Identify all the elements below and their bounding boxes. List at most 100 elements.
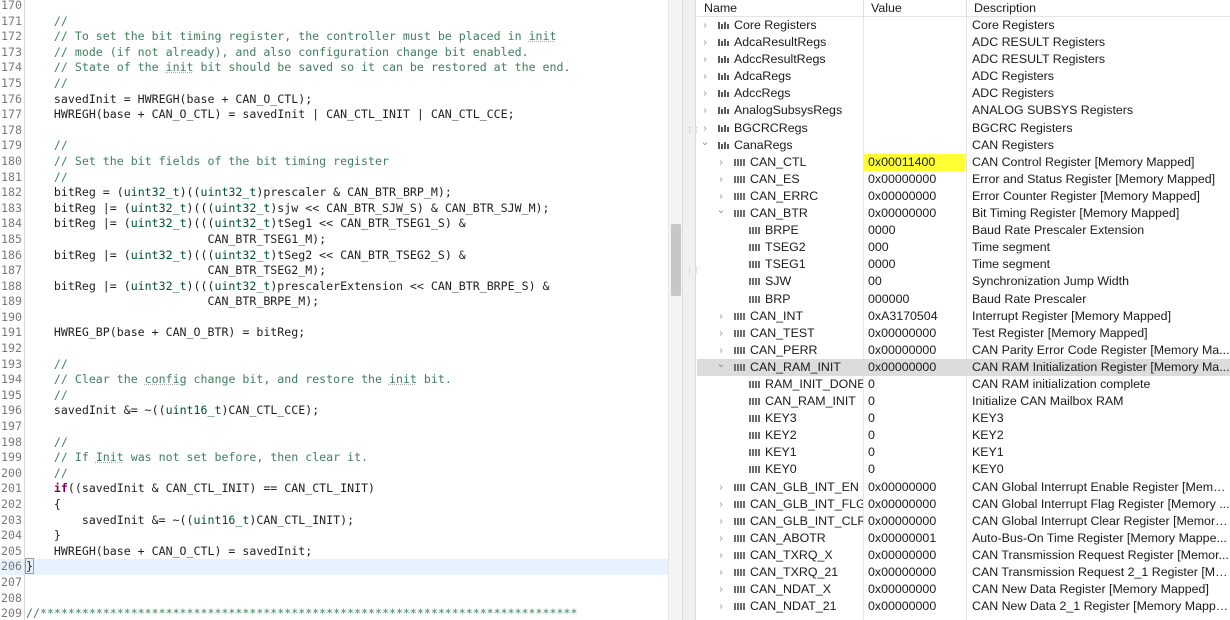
register-row[interactable]: ⌄ CAN_BTR 0x00000000 Bit Timing Register [M… <box>697 205 1230 222</box>
register-value[interactable]: 000000 <box>863 291 965 308</box>
code-line[interactable]: 190 <box>0 309 668 326</box>
register-name-cell[interactable]: KEY2 <box>697 427 863 444</box>
chevron-down-icon[interactable]: ⌄ <box>700 137 710 151</box>
chevron-right-icon[interactable]: › <box>716 154 726 171</box>
chevron-right-icon[interactable]: › <box>716 308 726 325</box>
code-text[interactable]: // <box>26 76 68 92</box>
register-row[interactable]: SJW 00 Synchronization Jump Width <box>697 273 1230 290</box>
register-value[interactable] <box>863 120 965 137</box>
chevron-right-icon[interactable]: › <box>716 598 726 615</box>
register-row[interactable]: BRP 000000 Baud Rate Prescaler <box>697 291 1230 308</box>
chevron-right-icon[interactable]: › <box>716 479 726 496</box>
code-line[interactable]: 200 // <box>0 465 668 482</box>
code-text[interactable]: savedInit = HWREGH(base + CAN_O_CTL); <box>26 92 312 108</box>
register-value[interactable] <box>863 34 965 51</box>
register-name-cell[interactable]: TSEG1 <box>697 256 863 273</box>
chevron-down-icon[interactable]: ⌄ <box>716 359 726 373</box>
code-line[interactable]: 189 CAN_BTR_BRPE_M); <box>0 294 668 310</box>
code-text[interactable]: HWREGH(base + CAN_O_CTL) = savedInit; <box>26 544 312 560</box>
code-line[interactable]: 176 savedInit = HWREGH(base + CAN_O_CTL)… <box>0 91 668 108</box>
code-line[interactable]: 170 <box>0 0 668 14</box>
chevron-right-icon[interactable]: › <box>700 102 710 119</box>
register-row[interactable]: › CAN_TXRQ_X 0x00000000 CAN Transmission Re… <box>697 547 1230 564</box>
code-text[interactable]: savedInit &= ~((uint16_t)CAN_CTL_INIT); <box>26 513 354 529</box>
register-name-cell[interactable]: › AdcaRegs <box>697 68 863 85</box>
code-text[interactable]: //**************************************… <box>26 606 577 620</box>
chevron-right-icon[interactable]: › <box>716 530 726 547</box>
register-name-cell[interactable]: KEY3 <box>697 410 863 427</box>
register-name-cell[interactable]: KEY1 <box>697 444 863 461</box>
code-line[interactable]: 203 savedInit &= ~((uint16_t)CAN_CTL_INI… <box>0 512 668 529</box>
register-name-cell[interactable]: › CAN_TXRQ_21 <box>697 564 863 581</box>
code-text[interactable]: HWREGH(base + CAN_O_CTL) = savedInit | C… <box>26 107 515 123</box>
register-name-cell[interactable]: › BGCRCRegs <box>697 120 863 137</box>
register-row[interactable]: › CAN_NDAT_X 0x00000000 CAN New Data Regist… <box>697 581 1230 598</box>
register-row[interactable]: › CAN_ES 0x00000000 Error and Status Regist… <box>697 171 1230 188</box>
column-header-description[interactable]: Description <box>966 0 1230 17</box>
register-name-cell[interactable]: SJW <box>697 273 863 290</box>
register-value[interactable]: 0x00000000 <box>863 359 965 376</box>
register-name-cell[interactable]: BRP <box>697 291 863 308</box>
chevron-right-icon[interactable]: › <box>716 342 726 359</box>
code-line[interactable]: 179 // <box>0 138 668 154</box>
register-value[interactable]: 0x00000000 <box>863 564 965 581</box>
code-line[interactable]: 178 <box>0 122 668 139</box>
registers-view[interactable]: Name Value Description › Core Registers Co… <box>697 0 1230 620</box>
register-value[interactable]: 0 <box>863 444 965 461</box>
register-name-cell[interactable]: › AdcaResultRegs <box>697 34 863 51</box>
code-text[interactable]: HWREG_BP(base + CAN_O_BTR) = bitReg; <box>26 325 305 341</box>
register-value[interactable] <box>863 85 965 102</box>
register-row[interactable]: › CAN_GLB_INT_EN 0x00000000 CAN Global Inte… <box>697 479 1230 496</box>
code-text[interactable]: // <box>26 466 68 482</box>
code-text[interactable]: // Clear the config change bit, and rest… <box>26 372 452 388</box>
chevron-right-icon[interactable]: › <box>716 513 726 530</box>
register-name-cell[interactable]: ⌄ CAN_RAM_INIT <box>697 359 863 376</box>
code-line[interactable]: 202 { <box>0 497 668 513</box>
register-value[interactable]: 0x00000000 <box>863 205 965 222</box>
register-row[interactable]: › CAN_INT 0xA3170504 Interrupt Register [Me… <box>697 308 1230 325</box>
register-row[interactable]: › AdcaResultRegs ADC RESULT Registers <box>697 34 1230 51</box>
register-value[interactable]: 0xA3170504 <box>863 308 965 325</box>
register-row[interactable]: KEY1 0 KEY1 <box>697 444 1230 461</box>
register-value[interactable]: 00 <box>863 273 965 290</box>
code-line[interactable]: 204 } <box>0 528 668 544</box>
code-text[interactable]: // <box>26 435 68 451</box>
code-line[interactable]: 207 <box>0 574 668 591</box>
register-name-cell[interactable]: › Core Registers <box>697 17 863 34</box>
chevron-right-icon[interactable]: › <box>700 34 710 51</box>
register-value[interactable]: 0x00011400 <box>863 153 965 171</box>
code-line[interactable]: 175 // <box>0 75 668 92</box>
register-name-cell[interactable]: › CAN_ERRC <box>697 188 863 205</box>
register-row[interactable]: ⌄ CanaRegs CAN Registers <box>697 137 1230 154</box>
code-line[interactable]: 196 savedInit &= ~((uint16_t)CAN_CTL_CCE… <box>0 403 668 420</box>
code-text[interactable]: // <box>26 357 68 373</box>
register-name-cell[interactable]: › CAN_INT <box>697 308 863 325</box>
register-name-cell[interactable]: › CAN_GLB_INT_CLR <box>697 513 863 530</box>
register-row[interactable]: › AdccResultRegs ADC RESULT Registers <box>697 51 1230 68</box>
code-text[interactable]: bitReg = (uint32_t)((uint32_t)prescaler … <box>26 185 452 201</box>
code-text[interactable]: if((savedInit & CAN_CTL_INIT) == CAN_CTL… <box>26 481 375 497</box>
register-value[interactable]: 0x00000000 <box>863 479 965 496</box>
code-text[interactable]: CAN_BTR_TSEG1_M); <box>26 232 326 248</box>
code-line[interactable]: 182 bitReg = (uint32_t)((uint32_t)presca… <box>0 185 668 201</box>
code-text[interactable]: // mode (if not already), and also confi… <box>26 45 529 61</box>
code-text[interactable]: // <box>26 388 68 404</box>
chevron-right-icon[interactable]: › <box>700 51 710 68</box>
code-line[interactable]: 171 // <box>0 13 668 30</box>
chevron-right-icon[interactable]: › <box>716 171 726 188</box>
register-name-cell[interactable]: › AdccResultRegs <box>697 51 863 68</box>
chevron-down-icon[interactable]: ⌄ <box>716 205 726 219</box>
register-row[interactable]: › BGCRCRegs BGCRC Registers <box>697 120 1230 137</box>
chevron-right-icon[interactable]: › <box>700 120 710 137</box>
register-row[interactable]: › CAN_ABOTR 0x00000001 Auto-Bus-On Time Reg… <box>697 530 1230 547</box>
editor-vertical-scrollbar[interactable] <box>668 0 682 620</box>
register-row[interactable]: › CAN_NDAT_21 0x00000000 CAN New Data 2_1 R… <box>697 598 1230 615</box>
register-value[interactable] <box>863 51 965 68</box>
code-line[interactable]: 199 // If Init was not set before, then … <box>0 450 668 466</box>
code-text[interactable]: CAN_BTR_TSEG2_M); <box>26 263 326 279</box>
code-line[interactable]: 208 <box>0 590 668 607</box>
code-text[interactable]: // If Init was not set before, then clea… <box>26 450 368 466</box>
code-text[interactable]: bitReg |= (uint32_t)(((uint32_t)tSeg1 <<… <box>26 216 466 232</box>
code-line[interactable]: 206} <box>0 558 668 575</box>
register-value[interactable]: 0x00000000 <box>863 513 965 530</box>
